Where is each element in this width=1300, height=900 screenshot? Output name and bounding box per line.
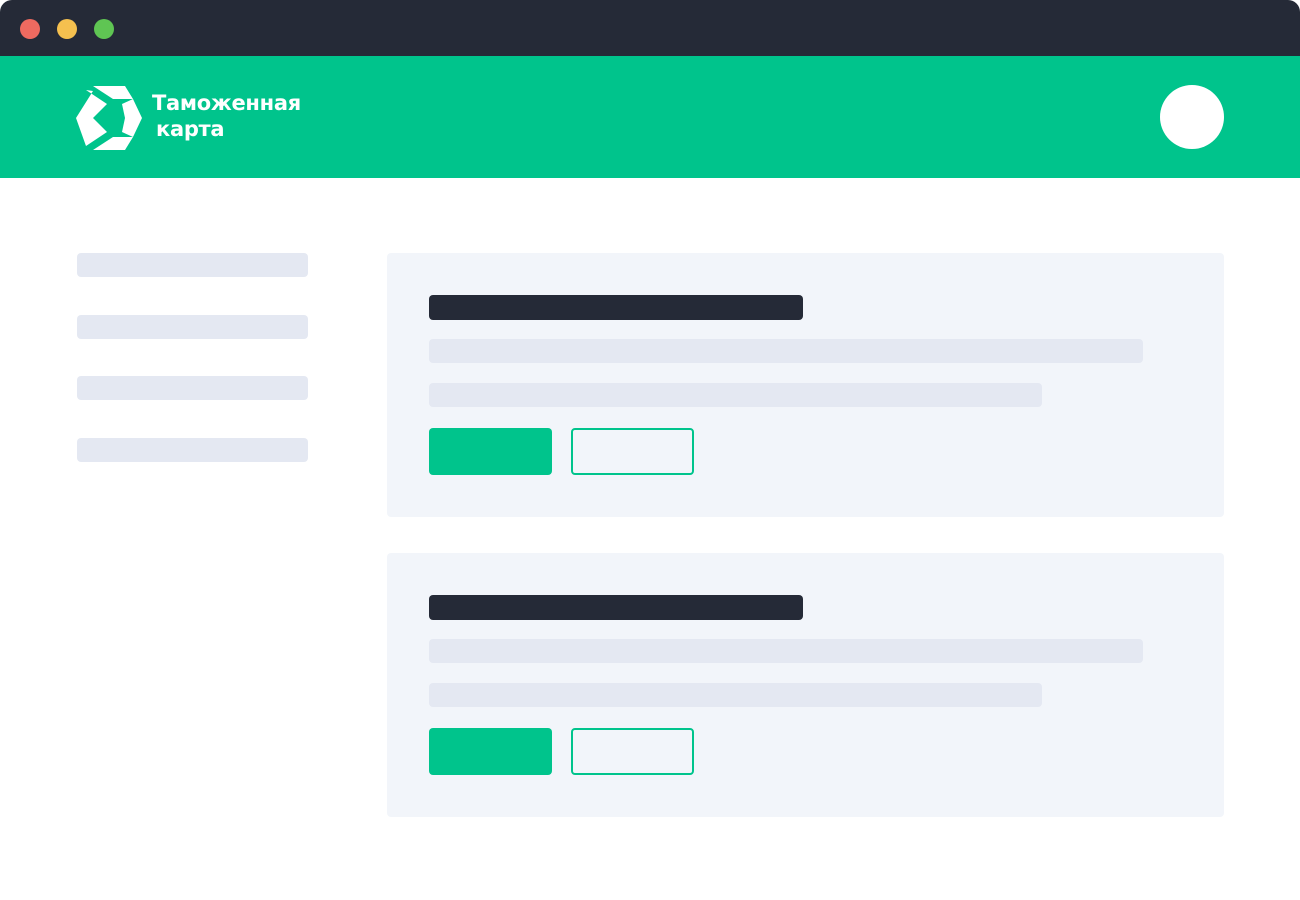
brand-name-line1: Таможенная	[152, 91, 301, 115]
content-card-2	[387, 553, 1224, 817]
brand-name[interactable]: Таможенная карта	[152, 90, 301, 142]
card-title-placeholder	[429, 595, 803, 620]
sidebar-item-4-placeholder[interactable]	[77, 438, 308, 462]
window-maximize-button[interactable]	[94, 19, 114, 39]
app-header: Таможенная карта	[0, 56, 1300, 178]
hexagon-logo-icon[interactable]	[76, 86, 142, 150]
user-avatar[interactable]	[1160, 85, 1224, 149]
card-primary-button[interactable]	[429, 728, 552, 775]
card-text-line-placeholder	[429, 339, 1143, 363]
sidebar-item-3-placeholder[interactable]	[77, 376, 308, 400]
card-text-line-placeholder	[429, 683, 1042, 707]
card-title-placeholder	[429, 295, 803, 320]
window-close-button[interactable]	[20, 19, 40, 39]
window-titlebar	[0, 0, 1300, 56]
card-text-line-placeholder	[429, 383, 1042, 407]
card-text-line-placeholder	[429, 639, 1143, 663]
window-minimize-button[interactable]	[57, 19, 77, 39]
card-primary-button[interactable]	[429, 428, 552, 475]
brand-name-line2: карта	[156, 117, 225, 141]
card-secondary-button[interactable]	[571, 728, 694, 775]
sidebar-item-2-placeholder[interactable]	[77, 315, 308, 339]
content-card-1	[387, 253, 1224, 517]
card-secondary-button[interactable]	[571, 428, 694, 475]
sidebar-item-1-placeholder[interactable]	[77, 253, 308, 277]
